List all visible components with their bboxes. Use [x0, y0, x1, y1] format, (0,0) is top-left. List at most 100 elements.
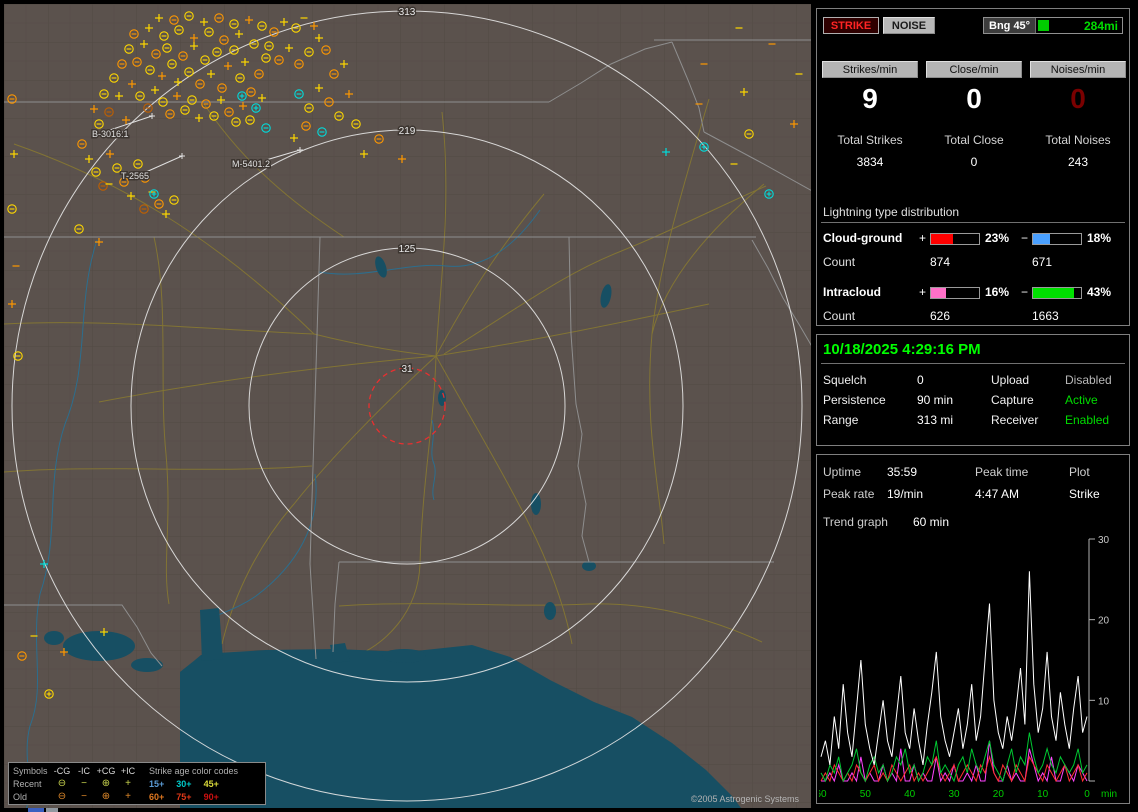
legend-age-code: 75+ — [176, 791, 192, 802]
total-noises-label: Total Noises — [1045, 133, 1111, 147]
ic-plus-count: 626 — [930, 309, 951, 323]
range-ring-label: 313 — [399, 7, 416, 18]
legend-row: Recent ⊖ − ⊕ +15+ 30+ 45+ — [13, 777, 261, 790]
taskbar-sliver-gray — [46, 808, 58, 812]
legend-age-code: 30+ — [176, 778, 192, 789]
cg-minus-pct: 18% — [1087, 231, 1112, 245]
trend-series-strikes — [820, 571, 1088, 766]
legend-col-header: -CG — [53, 765, 71, 776]
legend-symbol-icon: ⊖ — [57, 777, 67, 789]
strikes-per-min-value: 9 — [862, 83, 878, 114]
count-label: Count — [823, 309, 856, 323]
settings-row: Persistence 90 min Capture Active — [817, 393, 1129, 409]
strike-toggle-button[interactable]: STRIKE — [823, 17, 879, 34]
uptime-value: 35:59 — [887, 465, 918, 479]
ic-plus-pct: 16% — [985, 285, 1010, 299]
trend-y-tick-label: 20 — [1098, 616, 1110, 627]
legend-symbol-icon: + — [125, 790, 131, 802]
upload-status: Disabled — [1065, 373, 1112, 387]
rates-box: STRIKE NOISE Bng 45° 284mi Strikes/min C… — [816, 8, 1130, 326]
legend-col-header: +IC — [120, 765, 136, 776]
cg-plus-pct: 23% — [985, 231, 1010, 245]
trend-x-tick-label: 40 — [904, 789, 916, 800]
peak-time-label: Peak time — [975, 465, 1029, 479]
legend-col-header: -IC — [78, 765, 90, 776]
total-strikes-label: Total Strikes — [837, 133, 903, 147]
bearing-display: Bng 45° 284mi — [983, 17, 1123, 34]
ic-minus-bar — [1032, 287, 1082, 299]
range-value: 313 mi — [917, 413, 954, 427]
settings-box: 10/18/2025 4:29:16 PM Squelch 0 Upload D… — [816, 334, 1130, 446]
trend-graph-label: Trend graph — [823, 515, 888, 529]
bearing-label: Bng 45° — [984, 18, 1037, 33]
trend-x-tick-label: 30 — [948, 789, 960, 800]
close-per-min-value: 0 — [966, 83, 982, 114]
receiver-status: Enabled — [1065, 413, 1110, 427]
trend-x-tick-label: 50 — [860, 789, 872, 800]
datetime-display: 10/18/2025 4:29:16 PM — [823, 341, 981, 358]
signal-meter-bar — [1038, 20, 1050, 31]
row-name: Cloud-ground — [823, 231, 903, 245]
range-ring-label: 219 — [399, 126, 416, 137]
legend-row-label: Old — [13, 791, 28, 802]
legend-symbols-header: Symbols — [13, 765, 48, 776]
legend-symbol-icon: ⊖ — [57, 790, 67, 802]
noise-toggle-button[interactable]: NOISE — [883, 17, 935, 34]
app-window: 313 219 125 31 B-3016.1 T-2565 M-5401.2 Symbol… — [0, 0, 1138, 812]
trend-y-tick-label: 30 — [1098, 535, 1110, 546]
status-panel: STRIKE NOISE Bng 45° 284mi Strikes/min C… — [816, 0, 1132, 812]
total-close-value: 0 — [970, 155, 978, 169]
taskbar-sliver-blue — [28, 808, 44, 812]
trend-x-tick-label: 60 — [819, 789, 827, 800]
legend-age-code: 45+ — [203, 778, 219, 789]
range-readout: 284mi — [1083, 18, 1118, 33]
noises-per-min-value: 0 — [1070, 83, 1086, 114]
settings-row: Range 313 mi Receiver Enabled — [817, 413, 1129, 429]
storm-cell-label: M-5401.2 — [232, 159, 270, 169]
receiver-label: Receiver — [991, 413, 1039, 427]
capture-label: Capture — [991, 393, 1034, 407]
divider — [821, 222, 1125, 223]
trend-series-noise — [821, 740, 1088, 783]
trend-x-tick-label: 10 — [1037, 789, 1049, 800]
settings-row: Squelch 0 Upload Disabled — [817, 373, 1129, 389]
trend-graph-period: 60 min — [913, 515, 950, 529]
legend-symbol-icon: + — [125, 777, 131, 789]
close-per-min-button[interactable]: Close/min — [926, 61, 1022, 78]
noises-per-min-button[interactable]: Noises/min — [1030, 61, 1126, 78]
trend-series-close — [820, 754, 1088, 783]
cloud-ground-count-row: Count 874 671 — [817, 255, 1129, 270]
count-label: Count — [823, 255, 856, 269]
ic-minus-pct: 43% — [1087, 285, 1112, 299]
cloud-ground-row: Cloud-ground + 23% − 18% — [817, 231, 1129, 246]
copyright-text: ©2005 Astrogenic Systems — [690, 794, 799, 804]
range-ring-label: 125 — [399, 244, 416, 255]
trend-graph: 10 20 30 60 50 40 30 20 10 0 min — [819, 535, 1117, 800]
legend-symbol-icon: − — [81, 777, 87, 789]
legend-symbol-icon: ⊕ — [101, 790, 111, 802]
persistence-value: 90 min — [917, 393, 954, 407]
distribution-header: Lightning type distribution — [823, 205, 960, 219]
plus-sign: + — [919, 285, 927, 299]
legend-col-header: +CG — [96, 765, 116, 776]
minus-sign: − — [1021, 285, 1029, 299]
plot-value: Strike — [1069, 487, 1100, 501]
peak-rate-value: 19/min — [887, 487, 924, 501]
trend-x-unit: min — [1101, 789, 1117, 800]
legend-row-label: Recent — [13, 778, 42, 789]
peak-rate-label: Peak rate — [823, 487, 875, 501]
legend-age-header: Strike age color codes — [149, 765, 239, 776]
trend-y-tick-label: 10 — [1098, 696, 1110, 707]
trend-box: Uptime 35:59 Peak time Plot Peak rate 19… — [816, 454, 1130, 804]
cg-plus-count: 874 — [930, 255, 951, 269]
legend-age-code: 15+ — [149, 778, 165, 789]
total-strikes-value: 3834 — [856, 155, 884, 169]
lightning-map[interactable]: 313 219 125 31 B-3016.1 T-2565 M-5401.2 Symbol… — [4, 4, 811, 808]
strikes-per-min-button[interactable]: Strikes/min — [822, 61, 918, 78]
cg-minus-count: 671 — [1032, 255, 1053, 269]
capture-status: Active — [1065, 393, 1098, 407]
range-ring-label: 31 — [401, 364, 413, 375]
cg-minus-bar — [1032, 233, 1082, 245]
upload-label: Upload — [991, 373, 1030, 387]
ic-plus-bar — [930, 287, 980, 299]
